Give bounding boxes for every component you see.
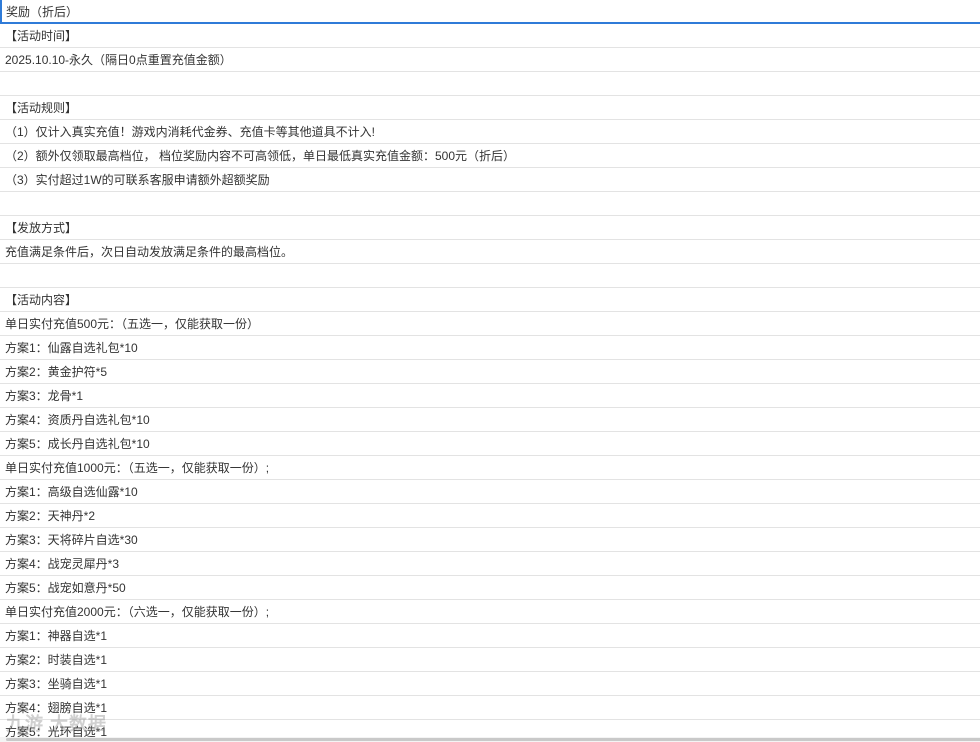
selected-header-cell[interactable]: 奖励（折后） bbox=[0, 0, 980, 24]
table-row[interactable]: 方案3：坐骑自选*1 bbox=[0, 672, 980, 696]
cell-text: 方案5：战宠如意丹*50 bbox=[5, 581, 126, 595]
cell-text: 【活动规则】 bbox=[5, 101, 78, 115]
cell-text: 方案5：成长丹自选礼包*10 bbox=[5, 437, 150, 451]
table-row[interactable]: 方案1：仙露自选礼包*10 bbox=[0, 336, 980, 360]
table-row[interactable]: 方案4：资质丹自选礼包*10 bbox=[0, 408, 980, 432]
header-cell-text: 奖励（折后） bbox=[6, 4, 79, 19]
table-row[interactable] bbox=[0, 72, 980, 96]
cell-text: 单日实付充值500元：（五选一，仅能获取一份） bbox=[5, 317, 260, 331]
cell-text: （1）仅计入真实充值！游戏内消耗代金券、充值卡等其他道具不计入! bbox=[5, 125, 376, 139]
spreadsheet-view: 奖励（折后） 【活动时间】 2025.10.10-永久（隔日0点重置充值金额） … bbox=[0, 0, 980, 742]
table-row[interactable]: 2025.10.10-永久（隔日0点重置充值金额） bbox=[0, 48, 980, 72]
table-row[interactable]: 方案2：天神丹*2 bbox=[0, 504, 980, 528]
table-row[interactable]: 方案1：高级自选仙露*10 bbox=[0, 480, 980, 504]
cell-text: 2025.10.10-永久（隔日0点重置充值金额） bbox=[5, 53, 232, 67]
cell-text: 方案3：龙骨*1 bbox=[5, 389, 84, 403]
cell-text: 【活动内容】 bbox=[5, 293, 78, 307]
cell-text: 方案2：时装自选*1 bbox=[5, 653, 108, 667]
table-row[interactable]: （1）仅计入真实充值！游戏内消耗代金券、充值卡等其他道具不计入! bbox=[0, 120, 980, 144]
cell-text: 充值满足条件后，次日自动发放满足条件的最高档位。 bbox=[5, 245, 294, 259]
cell-text: （2）额外仅领取最高档位， 档位奖励内容不可高领低，单日最低真实充值金额：500… bbox=[5, 149, 516, 163]
table-row[interactable] bbox=[0, 264, 980, 288]
cell-text: 单日实付充值2000元：（六选一，仅能获取一份）; bbox=[5, 605, 270, 619]
cell-text: 【活动时间】 bbox=[5, 29, 78, 43]
cell-text: 方案4：战宠灵犀丹*3 bbox=[5, 557, 120, 571]
table-row[interactable]: 单日实付充值2000元：（六选一，仅能获取一份）; bbox=[0, 600, 980, 624]
cell-text: 方案1：高级自选仙露*10 bbox=[5, 485, 138, 499]
cell-text: 方案2：天神丹*2 bbox=[5, 509, 96, 523]
table-row[interactable]: 方案5：成长丹自选礼包*10 bbox=[0, 432, 980, 456]
cell-text: 方案1：神器自选*1 bbox=[5, 629, 108, 643]
table-row[interactable]: 方案4：翅膀自选*1 bbox=[0, 696, 980, 720]
table-row[interactable] bbox=[0, 192, 980, 216]
table-row[interactable]: 【活动规则】 bbox=[0, 96, 980, 120]
table-row[interactable]: 方案5：战宠如意丹*50 bbox=[0, 576, 980, 600]
table-row[interactable]: 方案3：天将碎片自选*30 bbox=[0, 528, 980, 552]
table-row[interactable]: （3）实付超过1W的可联系客服申请额外超额奖励 bbox=[0, 168, 980, 192]
table-row[interactable]: 【活动内容】 bbox=[0, 288, 980, 312]
cell-text: 方案4：资质丹自选礼包*10 bbox=[5, 413, 150, 427]
table-row[interactable]: 方案2：黄金护符*5 bbox=[0, 360, 980, 384]
horizontal-scrollbar[interactable] bbox=[0, 737, 980, 742]
table-row[interactable]: 方案2：时装自选*1 bbox=[0, 648, 980, 672]
cell-list: 【活动时间】 2025.10.10-永久（隔日0点重置充值金额） 【活动规则】 … bbox=[0, 24, 980, 742]
table-row[interactable]: 【活动时间】 bbox=[0, 24, 980, 48]
cell-text: 方案1：仙露自选礼包*10 bbox=[5, 341, 138, 355]
table-row[interactable]: 充值满足条件后，次日自动发放满足条件的最高档位。 bbox=[0, 240, 980, 264]
table-row[interactable]: 单日实付充值1000元：（五选一，仅能获取一份）; bbox=[0, 456, 980, 480]
table-row[interactable]: 方案4：战宠灵犀丹*3 bbox=[0, 552, 980, 576]
table-row[interactable]: （2）额外仅领取最高档位， 档位奖励内容不可高领低，单日最低真实充值金额：500… bbox=[0, 144, 980, 168]
table-row[interactable]: 方案1：神器自选*1 bbox=[0, 624, 980, 648]
cell-text: 方案3：天将碎片自选*30 bbox=[5, 533, 138, 547]
table-row[interactable]: 方案3：龙骨*1 bbox=[0, 384, 980, 408]
table-row[interactable]: 【发放方式】 bbox=[0, 216, 980, 240]
cell-text: 方案3：坐骑自选*1 bbox=[5, 677, 108, 691]
table-row[interactable]: 单日实付充值500元：（五选一，仅能获取一份） bbox=[0, 312, 980, 336]
cell-text: （3）实付超过1W的可联系客服申请额外超额奖励 bbox=[5, 173, 270, 187]
cell-text: 方案4：翅膀自选*1 bbox=[5, 701, 108, 715]
cell-text: 方案2：黄金护符*5 bbox=[5, 365, 108, 379]
scrollbar-thumb[interactable] bbox=[6, 738, 980, 741]
cell-text: 【发放方式】 bbox=[5, 221, 78, 235]
cell-text: 单日实付充值1000元：（五选一，仅能获取一份）; bbox=[5, 461, 270, 475]
